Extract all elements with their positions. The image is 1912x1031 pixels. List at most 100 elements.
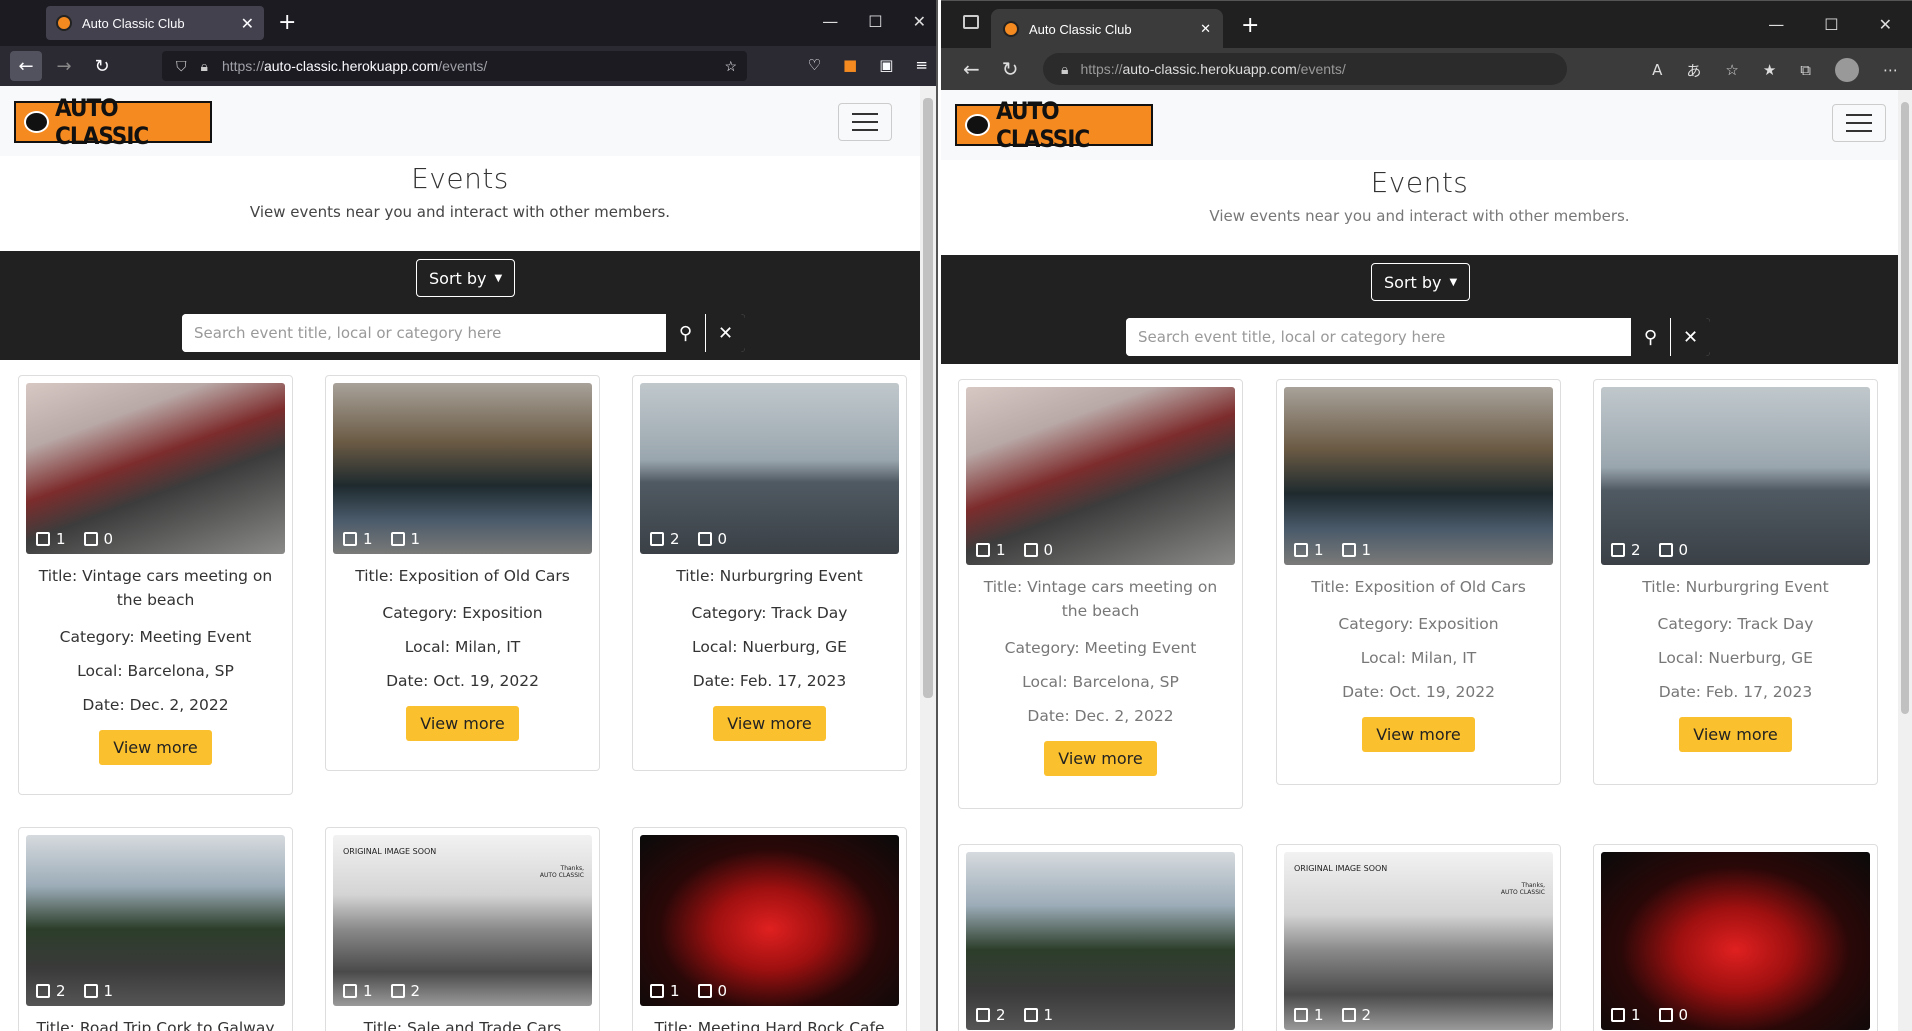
event-stats: 2 1 — [36, 982, 113, 1000]
attendees-count: 2 — [650, 530, 680, 548]
calendar-icon — [1658, 1008, 1673, 1022]
comments-count: 0 — [697, 530, 727, 548]
close-window-icon[interactable]: ✕ — [913, 12, 926, 31]
event-card: 1 0 Title: Meeting Hard Rock Cafe — [632, 827, 907, 1031]
clear-search-button[interactable]: ✕ — [1670, 318, 1710, 356]
read-aloud-icon[interactable]: A — [1652, 61, 1662, 79]
attendees-count: 1 — [976, 541, 1006, 559]
back-icon[interactable]: ← — [963, 57, 980, 81]
event-card: 1 0 Title: Vintage cars meeting on the b… — [18, 375, 293, 795]
site-logo[interactable]: AUTO CLASSIC — [955, 97, 1153, 153]
address-bar[interactable]: 🔒︎ https:// auto-classic.herokuapp.com /… — [1043, 53, 1567, 85]
lock-icon[interactable]: 🔒︎ — [201, 58, 208, 75]
event-category: Category: Exposition — [1338, 615, 1499, 633]
edge-tabstrip: Auto Classic Club ✕ + — ☐ ✕ — [941, 0, 1912, 49]
pocket-icon[interactable]: ♡ — [808, 56, 821, 74]
favorites-icon[interactable]: ★ — [1763, 61, 1776, 79]
reload-icon[interactable]: ↻ — [86, 51, 118, 81]
event-image[interactable]: ORIGINAL IMAGE SOON Thanks, AUTO CLASSIC … — [1284, 852, 1553, 1030]
more-icon[interactable]: ⋯ — [1883, 61, 1898, 79]
event-card: 2 0 Title: Nurburgring Event Category: T… — [1593, 379, 1878, 785]
event-image[interactable]: 1 1 — [1284, 387, 1553, 565]
menu-icon[interactable]: ≡ — [915, 56, 928, 74]
clear-search-button[interactable]: ✕ — [705, 314, 745, 352]
event-local: Local: Milan, IT — [1360, 649, 1477, 667]
scrollbar-thumb[interactable] — [923, 98, 933, 698]
view-more-button[interactable]: View more — [1679, 717, 1792, 752]
url-scheme: https:// — [221, 58, 264, 74]
event-card: 1 0 — [1593, 844, 1878, 1031]
event-local: Local: Nuerburg, GE — [1658, 649, 1813, 667]
event-title: Title: Nurburgring Event — [676, 567, 863, 585]
calendar-icon — [697, 532, 712, 546]
view-more-button[interactable]: View more — [1362, 717, 1475, 752]
profile-avatar[interactable] — [1835, 58, 1859, 82]
search-input[interactable] — [1126, 318, 1630, 356]
scrollbar-thumb[interactable] — [1901, 102, 1909, 714]
edge-navbar: ← ↻ 🔒︎ https:// auto-classic.herokuapp.c… — [941, 48, 1912, 90]
edge-tab[interactable]: Auto Classic Club ✕ — [991, 9, 1223, 49]
hamburger-menu-button[interactable] — [838, 103, 892, 141]
new-tab-icon[interactable]: + — [1241, 13, 1259, 38]
event-image[interactable]: 2 0 — [1601, 387, 1870, 565]
event-image[interactable]: 1 0 — [966, 387, 1235, 565]
event-image[interactable]: 1 0 — [1601, 852, 1870, 1030]
close-tab-icon[interactable]: ✕ — [1200, 22, 1211, 37]
search-input[interactable] — [182, 314, 665, 352]
placeholder-note: ORIGINAL IMAGE SOON — [1294, 864, 1388, 873]
close-tab-icon[interactable]: ✕ — [241, 14, 254, 33]
search-button[interactable]: ⚲ — [1630, 318, 1670, 356]
lock-icon[interactable]: 🔒︎ — [1061, 61, 1068, 78]
bookmark-star-icon[interactable]: ☆ — [724, 58, 737, 75]
view-more-button[interactable]: View more — [713, 706, 826, 741]
event-image[interactable]: 1 0 — [26, 383, 285, 554]
reload-icon[interactable]: ↻ — [1002, 57, 1019, 81]
back-icon[interactable]: ← — [10, 51, 42, 81]
event-image[interactable]: 1 1 — [333, 383, 592, 554]
tab-actions-icon[interactable] — [963, 15, 979, 29]
view-more-button[interactable]: View more — [1044, 741, 1157, 776]
event-local: Local: Barcelona, SP — [77, 662, 234, 680]
calendar-icon — [1341, 1008, 1356, 1022]
shield-icon[interactable]: ⛉ — [176, 58, 187, 75]
site-logo[interactable]: AUTO CLASSIC — [14, 94, 212, 150]
extension-icon[interactable]: ■ — [843, 56, 857, 74]
hamburger-menu-button[interactable] — [1832, 104, 1886, 142]
event-image[interactable]: 2 0 — [640, 383, 899, 554]
address-bar[interactable]: ⛉ 🔒︎ https:// auto-classic.herokuapp.com… — [162, 51, 747, 81]
event-image[interactable]: 1 0 — [640, 835, 899, 1006]
event-image[interactable]: 2 1 — [966, 852, 1235, 1030]
scrollbar[interactable] — [1898, 90, 1912, 1031]
close-window-icon[interactable]: ✕ — [1879, 15, 1892, 34]
event-image[interactable]: 2 1 — [26, 835, 285, 1006]
scrollbar[interactable] — [920, 86, 936, 1031]
event-local: Local: Milan, IT — [404, 638, 521, 656]
forward-icon[interactable]: → — [48, 51, 80, 81]
event-stats: 1 0 — [650, 982, 727, 1000]
comments-count: 1 — [83, 982, 113, 1000]
minimize-icon[interactable]: — — [822, 12, 838, 31]
minimize-icon[interactable]: — — [1768, 15, 1784, 34]
event-title: Title: Vintage cars meeting on the beach — [983, 578, 1218, 620]
attendees-count: 1 — [1294, 541, 1324, 559]
sort-by-button[interactable]: Sort by ▼ — [416, 259, 516, 297]
caret-down-icon: ▼ — [494, 272, 503, 284]
firefox-tab[interactable]: Auto Classic Club ✕ — [46, 6, 264, 40]
collections-icon[interactable]: ⧉ — [1800, 61, 1811, 79]
devtools-icon[interactable]: ▣ — [879, 56, 893, 74]
view-more-button[interactable]: View more — [406, 706, 519, 741]
search-button[interactable]: ⚲ — [665, 314, 705, 352]
edge-toolbar: A あ ☆ ★ ⧉ ⋯ — [1652, 58, 1898, 82]
view-more-button[interactable]: View more — [99, 730, 212, 765]
translate-icon[interactable]: あ — [1686, 60, 1701, 81]
new-tab-icon[interactable]: + — [278, 10, 296, 35]
add-favorite-icon[interactable]: ☆ — [1725, 61, 1738, 79]
comments-count: 1 — [390, 530, 420, 548]
maximize-icon[interactable]: ☐ — [1824, 15, 1838, 34]
maximize-icon[interactable]: ☐ — [868, 12, 882, 31]
logo-badge-icon — [24, 111, 49, 133]
calendar-check-icon — [1294, 543, 1308, 557]
event-image[interactable]: ORIGINAL IMAGE SOON Thanks, AUTO CLASSIC … — [333, 835, 592, 1006]
sort-by-button[interactable]: Sort by ▼ — [1371, 263, 1471, 301]
attendees-count: 2 — [36, 982, 66, 1000]
